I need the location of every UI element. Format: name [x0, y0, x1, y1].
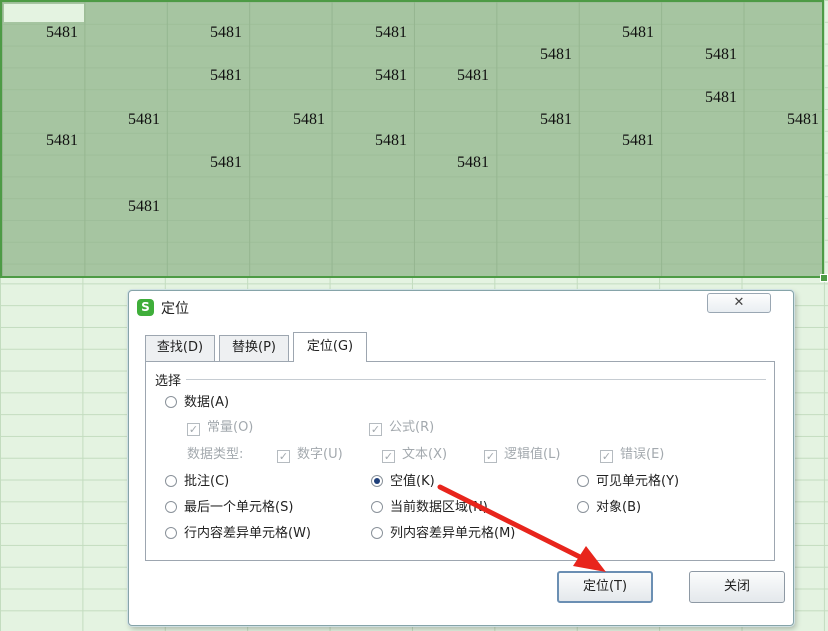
checkbox-text[interactable]: ✓ 文本(X) [382, 443, 447, 463]
radio-circle[interactable] [165, 527, 177, 539]
cell-value[interactable]: 5481 [659, 88, 737, 108]
checkbox-error[interactable]: ✓ 错误(E) [600, 443, 664, 463]
cell-value[interactable]: 5481 [329, 23, 407, 43]
radio-blank-label: 空值(K) [390, 474, 435, 489]
radio-circle[interactable] [165, 501, 177, 513]
checkbox-text-label: 文本(X) [402, 447, 448, 462]
dialog-titlebar[interactable]: S 定位 ✕ [129, 291, 793, 323]
radio-circle[interactable] [371, 527, 383, 539]
cell-value[interactable]: 5481 [576, 23, 654, 43]
radio-blank[interactable]: 空值(K) [371, 470, 435, 489]
locate-button[interactable]: 定位(T) [557, 571, 653, 603]
cell-value[interactable]: 5481 [411, 153, 489, 173]
checkbox-formula-label: 公式(R) [389, 420, 435, 435]
cell-value[interactable]: 5481 [164, 153, 242, 173]
checkbox-box[interactable]: ✓ [187, 423, 200, 436]
cell-value[interactable]: 5481 [164, 66, 242, 86]
radio-comment[interactable]: 批注(C) [165, 470, 229, 489]
tab-goto[interactable]: 定位(G) [293, 332, 367, 362]
cell-value[interactable]: 5481 [494, 45, 572, 65]
radio-circle[interactable] [165, 475, 177, 487]
checkbox-logical[interactable]: ✓ 逻辑值(L) [484, 443, 560, 463]
cell-value[interactable]: 5481 [0, 23, 78, 43]
radio-current-region[interactable]: 当前数据区域(N) [371, 496, 488, 515]
radio-data-label: 数据(A) [184, 395, 230, 410]
cell-value[interactable]: 5481 [741, 110, 819, 130]
radio-circle[interactable] [165, 396, 177, 408]
cell-value[interactable]: 5481 [411, 66, 489, 86]
cell-value[interactable]: 5481 [164, 23, 242, 43]
data-type-label: 数据类型: [187, 447, 244, 462]
close-icon[interactable]: ✕ [707, 293, 771, 313]
radio-col-diff[interactable]: 列内容差异单元格(M) [371, 522, 515, 541]
checkbox-box[interactable]: ✓ [382, 450, 395, 463]
checkbox-box[interactable]: ✓ [369, 423, 382, 436]
cell-value[interactable]: 5481 [659, 45, 737, 65]
checkbox-logical-label: 逻辑值(L) [504, 447, 561, 462]
radio-circle[interactable] [577, 475, 589, 487]
dialog-title: 定位 [161, 301, 189, 317]
radio-last-cell-label: 最后一个单元格(S) [184, 500, 294, 515]
goto-panel: 选择 数据(A) ✓ 常量(O) ✓ 公式(R) 数据类型: ✓ 数字(U) ✓ 文本(… [145, 361, 775, 561]
radio-comment-label: 批注(C) [184, 474, 230, 489]
close-button[interactable]: 关闭 [689, 571, 785, 603]
checkbox-number-label: 数字(U) [297, 447, 343, 462]
cell-value[interactable]: 5481 [576, 131, 654, 151]
group-divider [186, 379, 766, 380]
selected-range[interactable] [0, 0, 824, 278]
fill-handle[interactable] [820, 274, 828, 282]
checkbox-constant-label: 常量(O) [207, 420, 254, 435]
radio-visible-cells[interactable]: 可见单元格(Y) [577, 470, 679, 489]
cell-value[interactable]: 5481 [247, 110, 325, 130]
checkbox-box[interactable]: ✓ [277, 450, 290, 463]
radio-visible-cells-label: 可见单元格(Y) [596, 474, 680, 489]
radio-circle[interactable] [577, 501, 589, 513]
radio-col-diff-label: 列内容差异单元格(M) [390, 526, 516, 541]
radio-current-region-label: 当前数据区域(N) [390, 500, 488, 515]
group-label-select: 选择 [155, 370, 186, 389]
checkbox-error-label: 错误(E) [620, 447, 665, 462]
checkbox-constant[interactable]: ✓ 常量(O) [187, 416, 253, 436]
cell-value[interactable]: 5481 [494, 110, 572, 130]
radio-objects[interactable]: 对象(B) [577, 496, 641, 515]
radio-circle-selected[interactable] [371, 475, 383, 487]
active-cell[interactable] [4, 4, 84, 22]
checkbox-number[interactable]: ✓ 数字(U) [277, 443, 343, 463]
goto-dialog: S 定位 ✕ 查找(D) 替换(P) 定位(G) 选择 数据(A) ✓ 常量(O)… [128, 290, 794, 626]
radio-row-diff[interactable]: 行内容差异单元格(W) [165, 522, 311, 541]
tab-replace[interactable]: 替换(P) [219, 335, 289, 361]
cell-value[interactable]: 5481 [0, 131, 78, 151]
radio-circle[interactable] [371, 501, 383, 513]
tab-find[interactable]: 查找(D) [145, 335, 215, 361]
radio-row-diff-label: 行内容差异单元格(W) [184, 526, 311, 541]
radio-objects-label: 对象(B) [596, 500, 642, 515]
checkbox-box[interactable]: ✓ [600, 450, 613, 463]
radio-last-cell[interactable]: 最后一个单元格(S) [165, 496, 293, 515]
cell-value[interactable]: 5481 [82, 197, 160, 217]
wps-app-icon: S [137, 299, 154, 316]
cell-value[interactable]: 5481 [82, 110, 160, 130]
radio-data[interactable]: 数据(A) [165, 391, 229, 410]
cell-value[interactable]: 5481 [329, 131, 407, 151]
cell-value[interactable]: 5481 [329, 66, 407, 86]
checkbox-formula[interactable]: ✓ 公式(R) [369, 416, 434, 436]
checkbox-box[interactable]: ✓ [484, 450, 497, 463]
